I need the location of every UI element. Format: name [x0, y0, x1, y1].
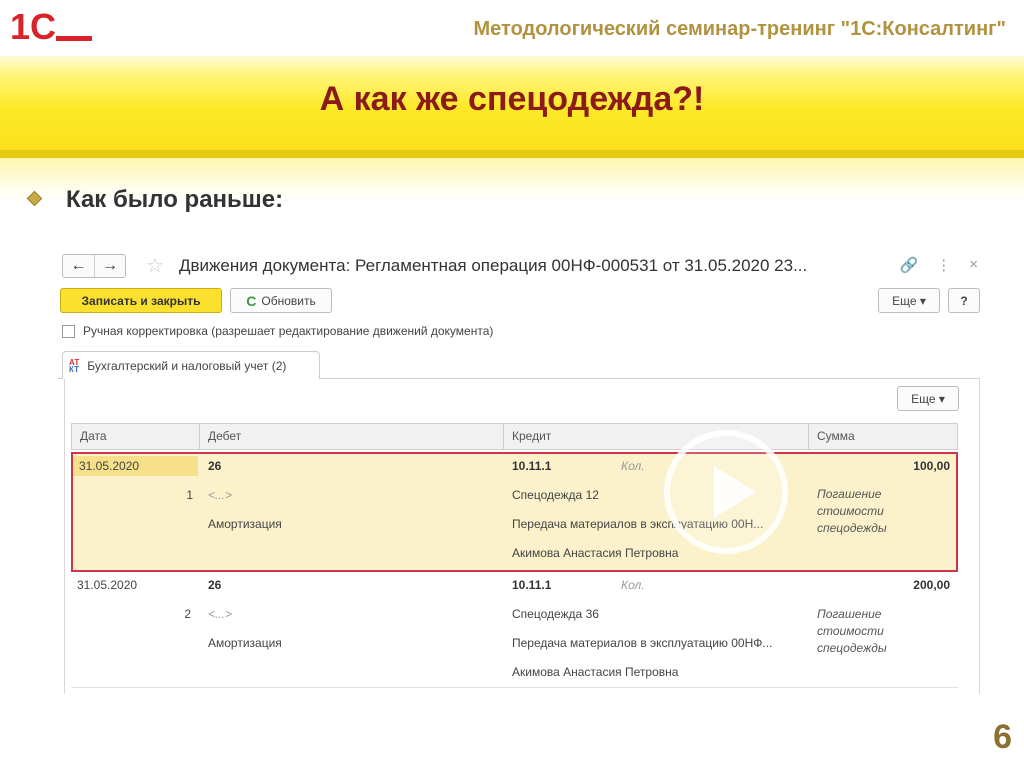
row-amount: 200,00 — [913, 578, 950, 592]
row-number: 1 — [186, 488, 193, 502]
forward-arrow-icon[interactable]: → — [94, 255, 125, 277]
manual-correction-checkbox[interactable] — [62, 324, 75, 338]
bullet-text: Как было раньше: — [66, 186, 284, 213]
debit-subconto-2: Амортизация — [208, 517, 282, 531]
movements-table: Дата Дебет Кредит Сумма 31.05.2020 1 26 … — [71, 423, 958, 688]
document-movements-form: ← → ☆ Движения документа: Регламентная о… — [58, 244, 984, 694]
table-header: Дата Дебет Кредит Сумма — [71, 423, 958, 450]
row-content: Погашение стоимости спецодежды — [817, 607, 887, 655]
debit-subconto-2: Амортизация — [208, 636, 282, 650]
column-debit[interactable]: Дебет — [199, 424, 503, 449]
tab-accounting-label: Бухгалтерский и налоговый учет (2) — [87, 358, 287, 373]
credit-subconto-1: Спецодежда 36 — [512, 607, 599, 621]
row-amount: 100,00 — [913, 459, 950, 473]
row-date: 31.05.2020 — [73, 456, 198, 476]
credit-quantity-label: Кол. — [621, 459, 645, 473]
table-row[interactable]: 31.05.2020 2 26 <...> Амортизация 10.11.… — [71, 572, 958, 688]
credit-subconto-3: Акимова Анастасия Петровна — [512, 665, 679, 679]
manual-correction[interactable]: Ручная корректировка (разрешает редактир… — [62, 324, 493, 338]
manual-correction-label: Ручная корректировка (разрешает редактир… — [83, 324, 494, 338]
row-date: 31.05.2020 — [77, 578, 138, 592]
form-title: Движения документа: Регламентная операци… — [179, 256, 808, 275]
column-amount[interactable]: Сумма — [808, 424, 957, 449]
title-band-underline — [0, 150, 1024, 158]
debit-account: 26 — [208, 459, 222, 473]
video-play-icon[interactable] — [664, 430, 788, 554]
credit-subconto-3: Акимова Анастасия Петровна — [512, 546, 679, 560]
table-row[interactable]: 31.05.2020 1 26 <...> Амортизация 10.11.… — [71, 452, 958, 572]
table-more-button[interactable]: Еще ▾ — [897, 386, 959, 411]
page-number: 6 — [993, 718, 1012, 756]
debit-account: 26 — [208, 578, 222, 592]
tab-accounting[interactable]: АТ КТ Бухгалтерский и налоговый учет (2) — [62, 351, 320, 379]
navigation-buttons: ← → — [62, 254, 126, 278]
refresh-button[interactable]: C Обновить — [230, 288, 332, 313]
credit-quantity-label: Кол. — [621, 578, 645, 592]
back-arrow-icon[interactable]: ← — [63, 255, 94, 277]
debit-subconto-1: <...> — [208, 488, 233, 502]
save-and-close-button[interactable]: Записать и закрыть — [60, 288, 222, 313]
accounting-register-icon: АТ КТ — [69, 357, 80, 374]
credit-subconto-2: Передача материалов в эксплуатацию 00НФ.… — [512, 636, 773, 650]
column-date[interactable]: Дата — [72, 424, 199, 449]
row-number: 2 — [184, 607, 191, 621]
help-button[interactable]: ? — [948, 288, 980, 313]
debit-subconto-1: <...> — [208, 607, 233, 621]
favorite-star-icon[interactable]: ☆ — [146, 253, 164, 278]
logo-text: 1С — [10, 6, 56, 46]
1c-logo: 1С — [10, 6, 92, 46]
row-content: Погашение стоимости спецодежды — [817, 487, 887, 535]
credit-account: 10.11.1 — [512, 459, 552, 473]
refresh-icon: C — [246, 292, 257, 309]
credit-subconto-1: Спецодежда 12 — [512, 488, 599, 502]
more-menu-icon[interactable]: ⋮ — [936, 256, 951, 274]
credit-account: 10.11.1 — [512, 578, 552, 592]
window-controls: 🔗 ⋮ × — [900, 256, 978, 274]
link-icon[interactable]: 🔗 — [900, 256, 919, 274]
close-icon[interactable]: × — [969, 256, 978, 274]
refresh-label: Обновить — [261, 293, 316, 308]
seminar-title: Методологический семинар-тренинг "1С:Кон… — [473, 18, 1006, 40]
slide-title: А как же спецодежда?! — [319, 80, 705, 118]
more-button[interactable]: Еще ▾ — [878, 288, 940, 313]
